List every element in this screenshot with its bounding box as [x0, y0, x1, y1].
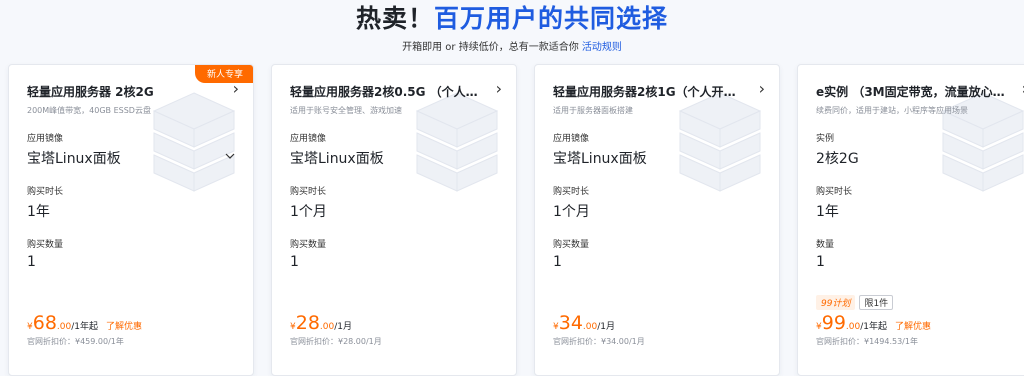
original-price: 官网折扣价：¥1494.53/1年 [816, 337, 918, 346]
product-card-2[interactable]: 轻量应用服务器2核0.5G （个人开发者专享） › 适用于账号安全管理、游戏加速… [271, 64, 517, 376]
price-row: ¥99.00/1年起 了解优惠 [816, 312, 931, 334]
price-unit: /1月 [334, 322, 353, 332]
price-integer: 34 [558, 312, 583, 334]
instance-select[interactable]: 2核2G [816, 148, 859, 168]
product-description: 适用于服务器面板搭建 [553, 106, 633, 115]
quantity-field[interactable]: 1 [290, 254, 299, 270]
product-card-1[interactable]: 新人专享 轻量应用服务器 2核2G › 200M峰值带宽，40GB ESSD云盘… [8, 64, 254, 376]
product-card-4[interactable]: e实例 （3M固定带宽，流量放心用） › 续费同价，适用于建站，小程序等应用场景… [797, 64, 1024, 376]
chevron-right-icon[interactable]: › [759, 79, 765, 98]
price-row: ¥68.00/1年起 了解优惠 [27, 312, 142, 334]
quantity-label: 购买数量 [27, 240, 64, 250]
chevron-down-icon[interactable] [225, 151, 235, 161]
instance-label: 实例 [816, 134, 835, 144]
price-decimal: .00 [56, 322, 72, 332]
server-illustration-icon [415, 92, 499, 192]
image-label: 应用镜像 [553, 134, 590, 144]
product-name[interactable]: 轻量应用服务器2核1G（个人开发者专享） [553, 83, 743, 100]
banner-title-prefix: 热卖！ [355, 4, 434, 33]
product-name[interactable]: 轻量应用服务器2核0.5G （个人开发者专享） [290, 83, 480, 100]
promo-link[interactable]: 了解优惠 [106, 322, 142, 332]
duration-label: 购买时长 [816, 187, 853, 197]
price-integer: 99 [821, 312, 846, 334]
server-illustration-icon [152, 92, 236, 192]
promo-banner: 热卖！百万用户的共同选择 开箱即用 or 持续低价，总有一款适合你 活动规则 [0, 0, 1024, 53]
chevron-right-icon[interactable]: › [233, 79, 239, 98]
product-description: 200M峰值带宽，40GB ESSD云盘 [27, 106, 151, 115]
price-decimal: .00 [319, 322, 335, 332]
price-decimal: .00 [582, 322, 598, 332]
server-illustration-icon [941, 92, 1024, 192]
banner-subtitle-row: 开箱即用 or 持续低价，总有一款适合你 活动规则 [0, 38, 1024, 53]
product-name[interactable]: e实例 （3M固定带宽，流量放心用） [816, 83, 1006, 100]
product-description: 适用于账号安全管理、游戏加速 [290, 106, 402, 115]
price-unit: /1月 [597, 322, 616, 332]
limit-badge: 限1件 [859, 295, 894, 310]
banner-subtitle: 开箱即用 or 持续低价，总有一款适合你 [402, 42, 579, 53]
promo-link[interactable]: 了解优惠 [895, 322, 931, 332]
banner-title: 热卖！百万用户的共同选择 [0, 0, 1024, 34]
original-price: 官网折扣价：¥34.00/1月 [553, 337, 645, 346]
badge-row: 99计划 限1件 [816, 291, 894, 310]
price-integer: 28 [295, 312, 320, 334]
new-user-tag: 新人专享 [194, 65, 253, 83]
original-price: 官网折扣价：¥28.00/1月 [290, 337, 382, 346]
image-label: 应用镜像 [27, 134, 64, 144]
price-unit: /1年起 [71, 322, 99, 332]
plan-badge: 99计划 [816, 295, 856, 310]
quantity-label: 购买数量 [290, 240, 327, 250]
price-row: ¥34.00/1月 [553, 312, 615, 334]
quantity-label: 数量 [816, 240, 835, 250]
duration-select[interactable]: 1个月 [290, 201, 327, 221]
original-price: 官网折扣价：¥459.00/1年 [27, 337, 124, 346]
activity-rules-link[interactable]: 活动规则 [582, 42, 622, 53]
price-decimal: .00 [845, 322, 861, 332]
banner-title-main: 百万用户的共同选择 [434, 4, 669, 33]
duration-label: 购买时长 [290, 187, 327, 197]
duration-label: 购买时长 [27, 187, 64, 197]
price-row: ¥28.00/1月 [290, 312, 352, 334]
product-name[interactable]: 轻量应用服务器 2核2G [27, 83, 217, 100]
quantity-field[interactable]: 1 [553, 254, 562, 270]
price-integer: 68 [32, 312, 57, 334]
quantity-label: 购买数量 [553, 240, 590, 250]
quantity-field[interactable]: 1 [27, 254, 36, 270]
image-select[interactable]: 宝塔Linux面板 [290, 148, 384, 168]
image-select[interactable]: 宝塔Linux面板 [27, 148, 121, 168]
price-unit: /1年起 [860, 322, 888, 332]
server-illustration-icon [678, 92, 762, 192]
quantity-field[interactable]: 1 [816, 254, 825, 270]
product-card-3[interactable]: 轻量应用服务器2核1G（个人开发者专享） › 适用于服务器面板搭建 应用镜像 宝… [534, 64, 780, 376]
image-label: 应用镜像 [290, 134, 327, 144]
duration-select[interactable]: 1年 [27, 201, 50, 221]
image-select[interactable]: 宝塔Linux面板 [553, 148, 647, 168]
product-description: 续费同价，适用于建站，小程序等应用场景 [816, 106, 968, 115]
duration-select[interactable]: 1个月 [553, 201, 590, 221]
duration-select[interactable]: 1年 [816, 201, 839, 221]
chevron-right-icon[interactable]: › [496, 79, 502, 98]
duration-label: 购买时长 [553, 187, 590, 197]
